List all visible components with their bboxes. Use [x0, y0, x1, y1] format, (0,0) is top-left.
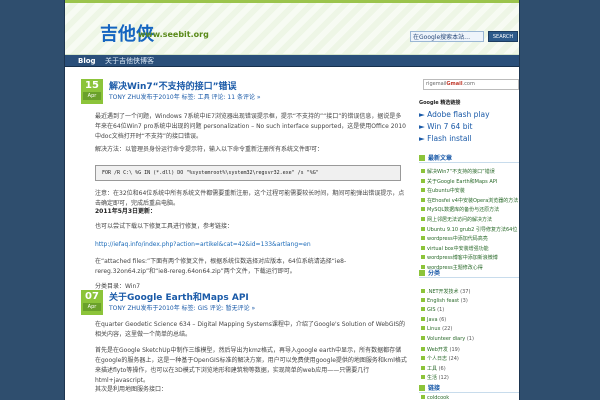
tag-name: Linux: [427, 326, 441, 333]
heading-text: 链接: [428, 385, 441, 392]
recent-post-item[interactable]: Ubuntu 9.10 grub2 引导修复方法64位: [421, 226, 517, 233]
links-heading: 链接: [419, 383, 519, 393]
recent-post-item[interactable]: wordpress中添加代码高亮: [421, 235, 488, 242]
tag-item[interactable]: Volunteer diary (1): [421, 336, 474, 342]
sidebar-link[interactable]: ► Flash install: [419, 134, 472, 143]
post-paragraph: 在quarter Geodetic Science 634 – Digital …: [95, 321, 406, 338]
tag-item[interactable]: 工具 (6): [421, 365, 446, 372]
post-paragraph: 解决方法：以管理员身份运行命令提示符，输入以下命令重新注册所有系统文件即可：: [95, 146, 324, 153]
tag-name: GIS: [427, 307, 436, 314]
heading-text: 分类: [428, 270, 441, 277]
post-month: Apr: [83, 92, 101, 100]
post-title[interactable]: 关于Google Earth和Maps API: [109, 290, 249, 303]
post-link[interactable]: http://iefaq.info/index.php?action=artik…: [95, 240, 407, 250]
tag-item[interactable]: Web开发 (19): [421, 346, 460, 353]
post-title[interactable]: 解决Win7“不支持的接口”错误: [109, 79, 237, 92]
tag-item[interactable]: English feast (3): [421, 298, 468, 304]
tag-count: (6): [439, 316, 447, 323]
tag-count: (1): [437, 307, 445, 314]
gmail-suffix: .com: [462, 81, 475, 87]
main-nav: Blog 关于吉他侠博客: [65, 55, 519, 67]
tag-count: (19): [449, 346, 460, 353]
google-links-label: Google 精选链接: [419, 100, 461, 106]
tag-name: 工具: [427, 365, 438, 372]
tag-item[interactable]: .NET开发技术 (37): [421, 288, 470, 295]
sidebar: rigemailGmail.com Google 精选链接 ► Adobe fl…: [417, 67, 519, 400]
tag-count: (22): [442, 326, 453, 333]
sidebar-link[interactable]: ► Adobe flash play: [419, 110, 490, 119]
recent-post-item[interactable]: virtual box中安装增强功能: [421, 245, 489, 252]
tag-name: 个人日志: [427, 356, 448, 363]
nav-item-about[interactable]: 关于吉他侠博客: [105, 55, 154, 67]
nav-item-blog[interactable]: Blog: [78, 55, 96, 67]
post-date: 15 Apr: [81, 79, 103, 104]
gmail-widget[interactable]: rigemailGmail.com: [423, 79, 519, 90]
post-day: 15: [85, 80, 99, 91]
post-paragraph: 首先是在Google SketchUp中制作三维模型，然后导出为kmz格式，再导…: [95, 347, 407, 384]
recent-post-item[interactable]: 在Ehosfei v4中安装Opera浏览器的方法: [421, 197, 518, 204]
tag-item[interactable]: Linux (22): [421, 326, 452, 332]
blogroll-item[interactable]: coldcook: [421, 395, 449, 400]
site-url[interactable]: www.seebit.org: [138, 30, 209, 39]
tag-name: Java: [427, 316, 438, 323]
tag-count: (3): [460, 297, 468, 304]
recent-posts-heading: 最新文章: [419, 153, 519, 163]
tag-name: .NET开发技术: [427, 289, 459, 295]
post-meta[interactable]: TONY ZHU发布于2010年 标签: GIS 评论: 暂无评论 »: [109, 303, 255, 312]
heading-text: 最新文章: [428, 155, 453, 162]
heading-bullet-icon: [419, 385, 425, 391]
tag-item[interactable]: 生活 (12): [421, 374, 449, 381]
page-container: 吉他侠 www.seebit.org 在Google搜索本站… SEARCH B…: [64, 0, 520, 400]
post-update-heading: 2011年5月3日更新：: [95, 208, 157, 215]
post-month: Apr: [83, 303, 101, 311]
search-button[interactable]: SEARCH: [488, 31, 518, 42]
tag-item[interactable]: Java (6): [421, 317, 446, 323]
post-paragraph: 最近遇到了一个问题，Windows 7系统中IE7浏览器出现错误提示框，提示“不…: [95, 113, 406, 140]
sidebar-link[interactable]: ► Win 7 64 bit: [419, 122, 473, 131]
search-input[interactable]: 在Google搜索本站…: [410, 31, 484, 42]
post-paragraph: 注意：在32位和64位系统中所有系统文件都需要重新注册，这个过程可能需要较长时间…: [95, 190, 405, 207]
header-accent-line: [65, 0, 519, 3]
tag-count: (6): [438, 365, 446, 372]
tag-item[interactable]: 个人日志 (24): [421, 355, 459, 362]
post-paragraph: 也可以尝试下载以下修复工具进行修复，参考链接：: [95, 223, 234, 230]
recent-post-item[interactable]: 关于Google Earth和Maps API: [421, 178, 497, 185]
tags-heading: 分类: [419, 268, 519, 278]
tag-item[interactable]: GIS (1): [421, 307, 444, 313]
tag-count: (12): [438, 375, 449, 382]
site-header: 吉他侠 www.seebit.org 在Google搜索本站… SEARCH: [65, 0, 519, 55]
post-date: 07 Apr: [81, 290, 103, 315]
recent-post-item[interactable]: 在ubuntu中安装: [421, 187, 465, 194]
heading-bullet-icon: [419, 270, 425, 276]
post-paragraph: 在“attached files:”下面有两个修复文件，根据系统位数选择对应版本…: [95, 258, 347, 275]
tag-name: Web开发: [427, 346, 448, 353]
tag-name: 生活: [427, 375, 438, 382]
recent-post-item[interactable]: MySQL数据库的备份与还原方法: [421, 206, 499, 213]
post-meta[interactable]: TONY ZHU发布于2010年 标签: 工具 评论: 11 条评论 »: [109, 92, 261, 101]
post-day: 07: [85, 291, 99, 302]
recent-post-item[interactable]: 网上邻居无法访问的解决方法: [421, 216, 492, 223]
code-block: FOR /R C:\ %G IN (*.dll) DO "%systemroot…: [95, 165, 401, 181]
gmail-logo: Gmail: [446, 81, 463, 87]
tag-count: (37): [460, 289, 471, 295]
tag-count: (1): [466, 336, 474, 342]
main-content: 15 Apr 解决Win7“不支持的接口”错误 TONY ZHU发布于2010年…: [65, 67, 417, 400]
recent-post-item[interactable]: wordpress博客中添加新浪微博: [421, 254, 498, 261]
tag-count: (24): [448, 356, 459, 363]
tag-name: English feast: [427, 297, 460, 304]
recent-post-item[interactable]: 解决Win7“不支持的接口”错误: [421, 168, 495, 175]
heading-bullet-icon: [419, 155, 425, 161]
post-paragraph: 其次是利用地图服务接口：: [95, 386, 168, 393]
gmail-prefix: rigemail: [426, 81, 447, 87]
tag-name: Volunteer diary: [427, 336, 466, 342]
